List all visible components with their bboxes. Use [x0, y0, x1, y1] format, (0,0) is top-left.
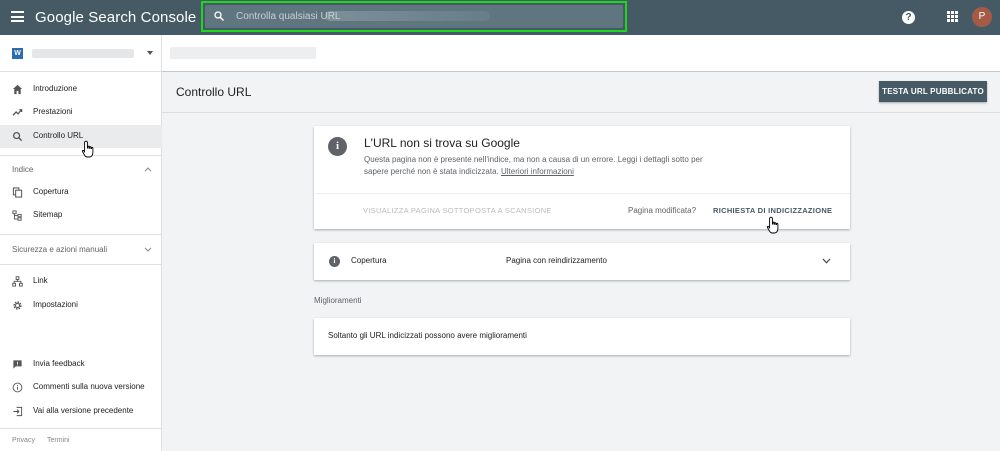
caret-down-icon [147, 51, 153, 55]
sidebar-item-copertura[interactable]: Copertura [0, 181, 162, 204]
sidebar-item-label: Invia feedback [33, 359, 85, 368]
hand-cursor-icon [766, 216, 779, 234]
help-icon[interactable]: ? [902, 11, 915, 24]
sidebar-item-label: Sitemap [33, 210, 63, 219]
sidebar-item-label: Controllo URL [33, 131, 84, 140]
enhancements-heading: Miglioramenti [314, 296, 362, 305]
info-icon [12, 382, 23, 393]
hand-cursor-icon [81, 140, 94, 158]
gear-icon [13, 301, 22, 310]
link-icon [12, 276, 23, 287]
sidebar-item-versione-precedente[interactable]: Vai alla versione precedente [0, 400, 162, 423]
status-description: Questa pagina non è presente nell'indice… [364, 154, 724, 178]
sidebar-item-sitemap[interactable]: Sitemap [0, 204, 162, 227]
enhancements-text: Soltanto gli URL indicizzati possono ave… [328, 331, 527, 340]
sidebar-item-label: Impostazioni [33, 300, 78, 309]
apps-grid-icon[interactable] [947, 11, 958, 22]
sidebar-item-prestazioni[interactable]: Prestazioni [0, 101, 162, 124]
chevron-down-icon[interactable] [144, 247, 152, 252]
sidebar-item-label: Commenti sulla nuova versione [33, 382, 145, 391]
page-modified-label: Pagina modificata? [628, 206, 697, 215]
feedback-icon [13, 360, 22, 369]
sidebar-item-impostazioni[interactable]: Impostazioni [0, 294, 162, 317]
privacy-link[interactable]: Privacy [12, 437, 35, 444]
test-live-url-button[interactable]: TESTA URL PUBBLICATO [879, 81, 987, 102]
search-highlight-frame [201, 1, 627, 32]
section-label-sicurezza[interactable]: Sicurezza e azioni manuali [12, 245, 107, 254]
url-subheader [162, 35, 1000, 72]
property-logo: W [12, 48, 23, 59]
coverage-row[interactable]: i Copertura Pagina con reindirizzamento [314, 243, 850, 280]
chevron-up-icon[interactable] [144, 167, 152, 172]
inspected-url-redacted [170, 47, 316, 59]
chevron-down-icon[interactable] [822, 258, 831, 264]
sidebar-item-introduzione[interactable]: Introduzione [0, 78, 162, 101]
avatar[interactable]: P [972, 7, 992, 27]
sitemap-icon [12, 210, 22, 221]
property-selector[interactable]: W [0, 35, 162, 72]
trending-icon [12, 109, 23, 116]
divider [0, 428, 162, 429]
info-icon: i [329, 256, 340, 267]
search-icon [13, 132, 23, 142]
sidebar-item-label: Vai alla versione precedente [33, 406, 134, 415]
page-title: Controllo URL [176, 85, 252, 99]
sidebar-item-link[interactable]: Link [0, 270, 162, 293]
sidebar-item-label: Copertura [33, 187, 69, 196]
divider [0, 234, 162, 235]
divider [314, 193, 850, 194]
sidebar-item-label: Introduzione [33, 84, 78, 93]
property-name-redacted [32, 49, 134, 58]
top-bar: Google Search Console ? P [0, 0, 1000, 35]
menu-icon[interactable] [11, 11, 24, 22]
copy-icon [12, 187, 23, 198]
coverage-value: Pagina con reindirizzamento [506, 256, 607, 265]
info-icon: i [328, 137, 347, 156]
more-info-link[interactable]: Ulteriori informazioni [501, 167, 574, 176]
view-crawled-page-button[interactable]: VISUALIZZA PAGINA SOTTOPOSTA A SCANSIONE [363, 206, 552, 215]
divider [0, 264, 162, 265]
divider [162, 112, 1000, 113]
sidebar-item-commenti[interactable]: Commenti sulla nuova versione [0, 376, 162, 399]
exit-icon [13, 406, 23, 417]
sidebar-item-label: Link [33, 276, 48, 285]
index-status-card: i L'URL non si trova su Google Questa pa… [314, 126, 850, 229]
home-icon [12, 84, 23, 95]
sidebar-item-feedback[interactable]: Invia feedback [0, 353, 162, 376]
coverage-label: Copertura [351, 256, 387, 265]
enhancements-card: Soltanto gli URL indicizzati possono ave… [314, 318, 850, 355]
sidebar-item-label: Prestazioni [33, 107, 73, 116]
section-label-indice[interactable]: Indice [12, 165, 33, 174]
sidebar: W Introduzione Prestazioni Controllo URL… [0, 35, 162, 451]
status-heading: L'URL non si trova su Google [364, 136, 520, 150]
terms-link[interactable]: Termini [47, 437, 70, 444]
request-indexing-button[interactable]: RICHIESTA DI INDICIZZAZIONE [713, 206, 832, 215]
app-title[interactable]: Google Search Console [35, 9, 196, 26]
